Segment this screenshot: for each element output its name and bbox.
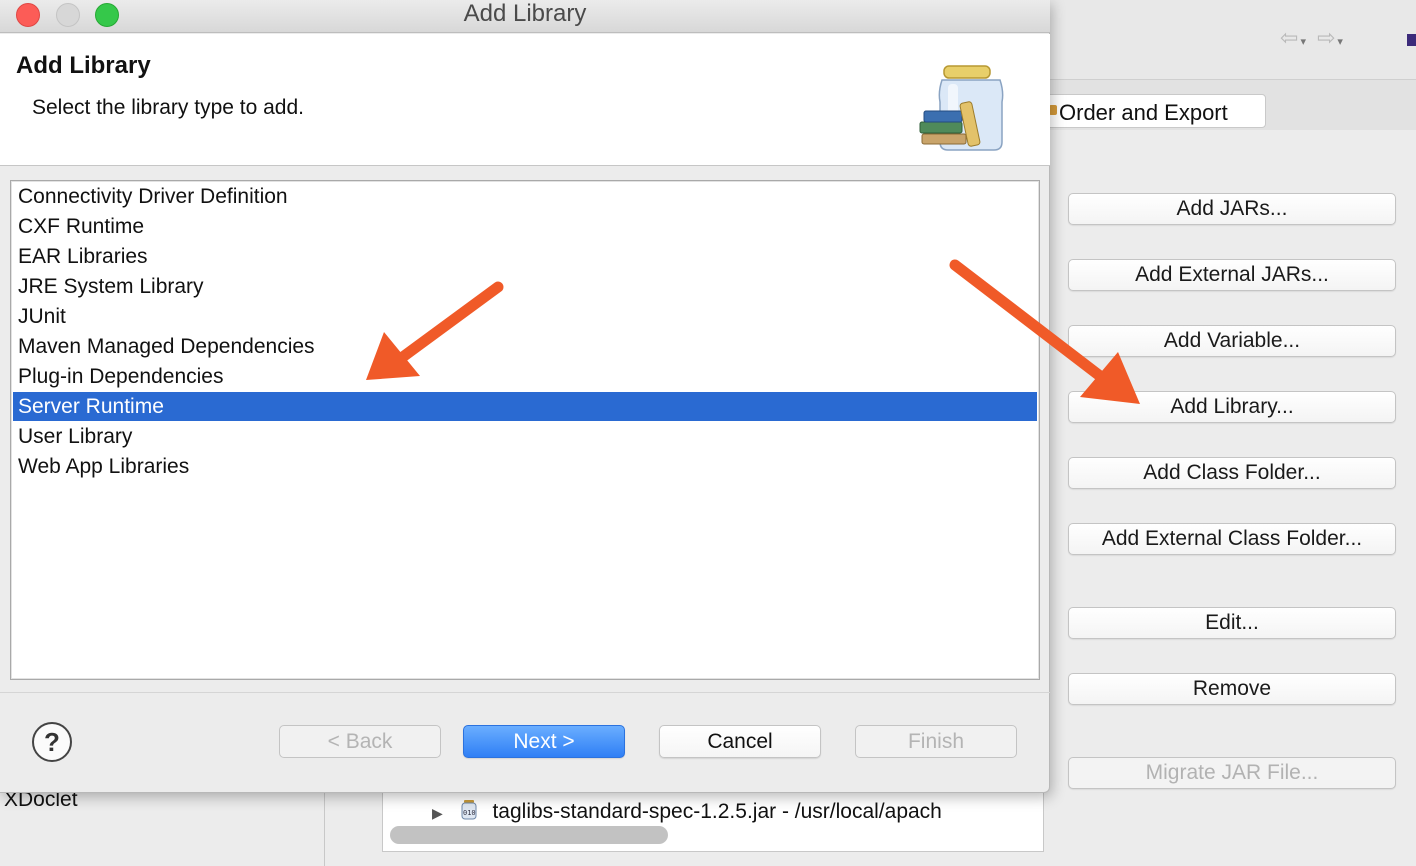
window-title: Add Library <box>463 0 587 27</box>
jar-file-icon: 010 <box>461 800 477 820</box>
title-bar: Add Library <box>0 0 1050 33</box>
add-jars-button[interactable]: Add JARs... <box>1068 193 1396 225</box>
history-nav: ⇦▾ ⇨▾ <box>1280 26 1345 51</box>
help-button[interactable]: ? <box>32 722 72 762</box>
footer-divider <box>0 692 1050 693</box>
next-button[interactable]: Next > <box>463 725 625 758</box>
back-arrow-icon[interactable]: ⇦ <box>1280 26 1300 51</box>
library-type-list[interactable]: Connectivity Driver Definition CXF Runti… <box>10 180 1040 680</box>
back-button[interactable]: < Back <box>279 725 441 758</box>
add-variable-button[interactable]: Add Variable... <box>1068 325 1396 357</box>
list-item[interactable]: User Library <box>13 422 1037 451</box>
tab-order-and-export[interactable]: Order and Export <box>1040 94 1266 128</box>
add-library-button[interactable]: Add Library... <box>1068 391 1396 423</box>
horizontal-scrollbar[interactable] <box>390 826 668 844</box>
add-class-folder-button[interactable]: Add Class Folder... <box>1068 457 1396 489</box>
list-item[interactable]: EAR Libraries <box>13 242 1037 271</box>
finish-button[interactable]: Finish <box>855 725 1017 758</box>
chevron-down-icon[interactable]: ▾ <box>1300 35 1308 48</box>
list-item[interactable]: Connectivity Driver Definition <box>13 182 1037 211</box>
add-library-dialog: Add Library Add Library Select the libra… <box>0 0 1050 793</box>
list-item[interactable]: Maven Managed Dependencies <box>13 332 1037 361</box>
list-item[interactable]: JRE System Library <box>13 272 1037 301</box>
page-description: Select the library type to add. <box>32 96 304 119</box>
list-item[interactable]: Plug-in Dependencies <box>13 362 1037 391</box>
list-item[interactable]: JUnit <box>13 302 1037 331</box>
migrate-jar-file-button[interactable]: Migrate JAR File... <box>1068 757 1396 789</box>
remove-button[interactable]: Remove <box>1068 673 1396 705</box>
edit-button[interactable]: Edit... <box>1068 607 1396 639</box>
chevron-down-icon[interactable]: ▾ <box>1337 35 1345 48</box>
forward-arrow-icon[interactable]: ⇨ <box>1317 26 1337 51</box>
perspective-icon[interactable] <box>1407 34 1416 46</box>
dialog-header: Add Library Select the library type to a… <box>0 34 1050 166</box>
svg-text:010: 010 <box>463 809 476 817</box>
expand-triangle-icon[interactable]: ▶ <box>432 805 443 821</box>
list-item[interactable]: CXF Runtime <box>13 212 1037 241</box>
list-item-selected[interactable]: Server Runtime <box>13 392 1037 421</box>
tree-row[interactable]: ▶ 010 taglibs-standard-spec-1.2.5.jar - … <box>432 800 1032 826</box>
toolbar <box>1050 0 1416 80</box>
cancel-button[interactable]: Cancel <box>659 725 821 758</box>
page-title: Add Library <box>16 52 151 79</box>
key-icon <box>1049 105 1057 115</box>
add-external-class-folder-button[interactable]: Add External Class Folder... <box>1068 523 1396 555</box>
list-item[interactable]: Web App Libraries <box>13 452 1037 481</box>
add-external-jars-button[interactable]: Add External JARs... <box>1068 259 1396 291</box>
library-jar-icon <box>919 65 1004 151</box>
